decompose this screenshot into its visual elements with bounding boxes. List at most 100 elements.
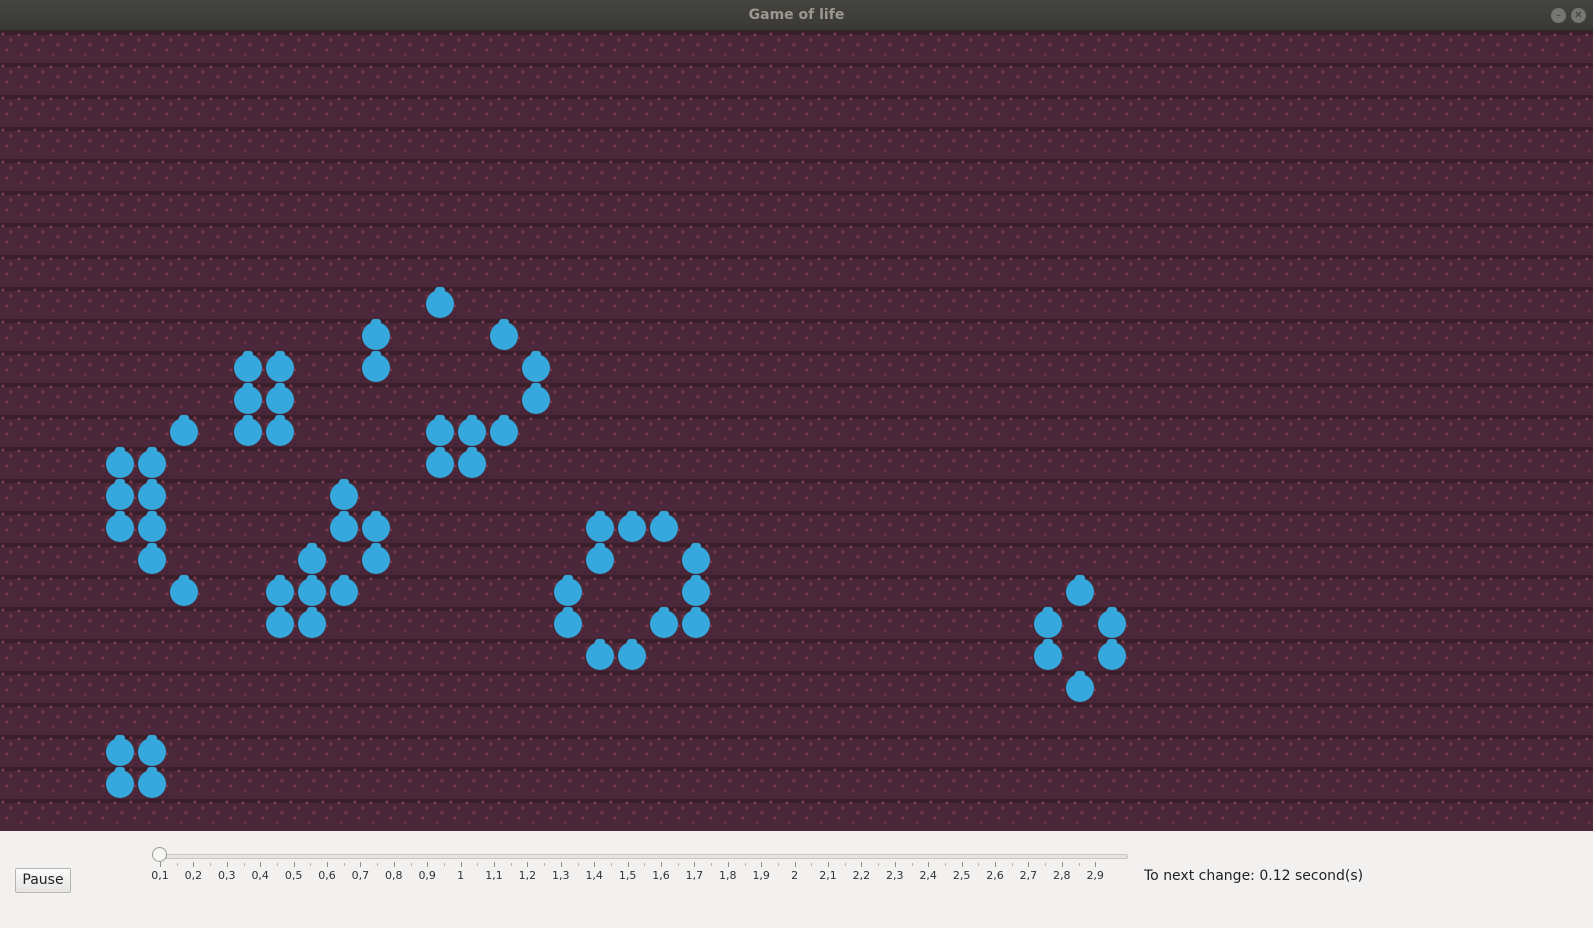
slider-minor-tick: [410, 863, 412, 866]
live-cell[interactable]: [682, 607, 710, 638]
live-cell[interactable]: [1066, 575, 1094, 606]
slider-tick-label: 0,9: [418, 869, 436, 882]
live-cell[interactable]: [234, 383, 262, 414]
live-cell[interactable]: [106, 479, 134, 510]
slider-tick-label: 1,1: [485, 869, 503, 882]
live-cell[interactable]: [266, 575, 294, 606]
live-cell[interactable]: [266, 383, 294, 414]
live-cell[interactable]: [330, 575, 358, 606]
live-cell[interactable]: [362, 351, 390, 382]
live-cell[interactable]: [330, 479, 358, 510]
slider-tick-label: 1,4: [585, 869, 603, 882]
slider-tick-label: 1,3: [552, 869, 570, 882]
live-cell[interactable]: [298, 575, 326, 606]
live-cell[interactable]: [170, 415, 198, 446]
live-cell[interactable]: [554, 575, 582, 606]
live-cell[interactable]: [138, 511, 166, 542]
slider-tick-label: 1,2: [518, 869, 537, 882]
close-icon[interactable]: ✕: [1571, 8, 1586, 23]
live-cell[interactable]: [586, 639, 614, 670]
live-cell[interactable]: [330, 511, 358, 542]
live-cell[interactable]: [458, 447, 486, 478]
live-cell[interactable]: [106, 767, 134, 798]
live-cell[interactable]: [1098, 607, 1126, 638]
pause-button[interactable]: Pause: [15, 868, 71, 893]
live-cell[interactable]: [426, 415, 454, 446]
live-cell[interactable]: [138, 447, 166, 478]
live-cell[interactable]: [298, 607, 326, 638]
slider-tick: [661, 862, 662, 867]
live-cell[interactable]: [682, 543, 710, 574]
slider-minor-tick: [811, 863, 813, 866]
live-cell[interactable]: [522, 383, 550, 414]
live-cell[interactable]: [618, 511, 646, 542]
title-bar: Game of life – ✕: [0, 0, 1593, 31]
live-cell[interactable]: [1098, 639, 1126, 670]
live-cell[interactable]: [650, 511, 678, 542]
slider-minor-tick: [711, 863, 713, 866]
live-cell[interactable]: [106, 735, 134, 766]
live-cell[interactable]: [362, 319, 390, 350]
slider-tick-label: 1,6: [652, 869, 670, 882]
live-cell[interactable]: [298, 543, 326, 574]
live-cell[interactable]: [362, 543, 390, 574]
slider-minor-tick: [1045, 863, 1047, 866]
slider-minor-tick: [544, 863, 546, 866]
slider-minor-tick: [911, 863, 913, 866]
slider-tick-label: 2,4: [919, 869, 937, 882]
live-cell[interactable]: [170, 575, 198, 606]
game-board[interactable]: [0, 31, 1593, 831]
slider-minor-tick: [1011, 863, 1013, 866]
live-cell[interactable]: [138, 543, 166, 574]
slider-tick: [995, 862, 996, 867]
live-cell[interactable]: [266, 415, 294, 446]
live-cell[interactable]: [458, 415, 486, 446]
live-cell[interactable]: [426, 287, 454, 318]
live-cell[interactable]: [138, 735, 166, 766]
live-cell[interactable]: [266, 351, 294, 382]
slider-tick: [861, 862, 863, 867]
slider-tick-label: 0,6: [318, 869, 336, 882]
slider-minor-tick: [243, 863, 245, 866]
slider-tick-label: 0,1: [151, 869, 169, 882]
live-cell[interactable]: [234, 351, 262, 382]
live-cell[interactable]: [490, 415, 518, 446]
slider-track[interactable]: [158, 854, 1128, 859]
slider-minor-tick: [644, 863, 646, 866]
slider-tick: [928, 862, 930, 867]
live-cell[interactable]: [650, 607, 678, 638]
live-cell[interactable]: [682, 575, 710, 606]
live-cell[interactable]: [138, 479, 166, 510]
live-cell[interactable]: [490, 319, 518, 350]
live-cell[interactable]: [426, 447, 454, 478]
slider-tick: [360, 862, 362, 867]
minimize-icon[interactable]: –: [1551, 8, 1566, 23]
live-cell[interactable]: [586, 511, 614, 542]
live-cell[interactable]: [362, 511, 390, 542]
live-cell[interactable]: [234, 415, 262, 446]
slider-tick: [260, 862, 262, 867]
slider-minor-tick: [878, 863, 880, 866]
next-change-status: To next change: 0.12 second(s): [1144, 868, 1364, 884]
live-cell[interactable]: [618, 639, 646, 670]
slider-tick: [427, 862, 429, 867]
live-cell[interactable]: [1066, 671, 1094, 702]
slider-tick: [460, 862, 462, 867]
live-cell[interactable]: [138, 767, 166, 798]
live-cell[interactable]: [106, 511, 134, 542]
slider-tick-label: 1,9: [752, 869, 770, 882]
live-cell[interactable]: [1034, 639, 1062, 670]
slider-minor-tick: [744, 863, 746, 866]
slider-thumb[interactable]: [152, 847, 167, 862]
live-cell[interactable]: [1034, 607, 1062, 638]
live-cell[interactable]: [586, 543, 614, 574]
slider-tick-label: 0,3: [218, 869, 236, 882]
slider-tick-label: 1,5: [618, 869, 637, 882]
live-cell[interactable]: [554, 607, 582, 638]
live-cell[interactable]: [266, 607, 294, 638]
slider-minor-tick: [777, 863, 779, 866]
slider-minor-tick: [477, 863, 479, 866]
live-cell[interactable]: [522, 351, 550, 382]
live-cell[interactable]: [106, 447, 134, 478]
slider-tick: [226, 862, 228, 867]
